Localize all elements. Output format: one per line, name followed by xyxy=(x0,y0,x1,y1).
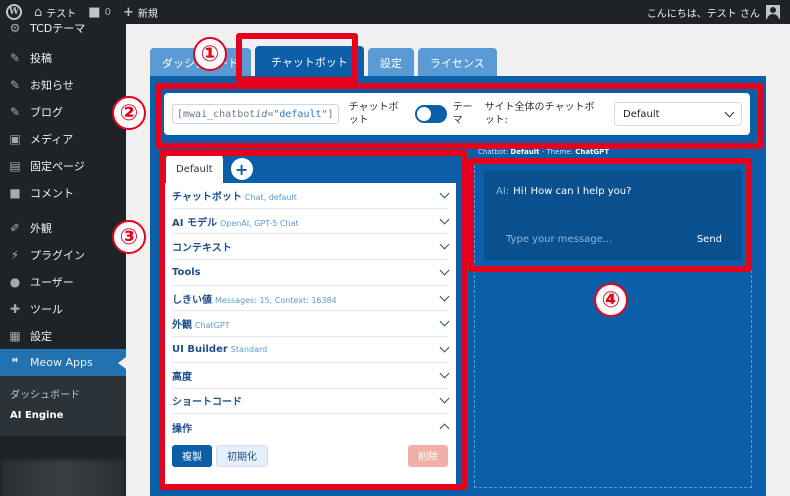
site-name-link[interactable]: ⌂ テスト xyxy=(28,0,82,24)
avatar xyxy=(766,5,780,19)
annotation-box-1 xyxy=(236,33,358,83)
tab-license[interactable]: ライセンス xyxy=(417,48,497,78)
admin-sidebar: ⚙ TCDテーマ ✎ 投稿 ✎ お知らせ ✎ ブログ ▣ メディア ▤ 固定ページ ■ コメン… xyxy=(0,24,126,496)
meow-apps-icon: ᴹ xyxy=(12,357,18,368)
home-icon: ⌂ xyxy=(34,4,43,20)
callout-4: ④ xyxy=(594,283,628,317)
media-icon: ▣ xyxy=(9,131,21,146)
callout-2: ② xyxy=(112,96,146,130)
preview-info: Chatbot: Default - Theme: ChatGPT xyxy=(478,148,610,156)
sidebar-item-appearance[interactable]: ✐ 外観 xyxy=(0,214,126,241)
annotation-box-4 xyxy=(468,158,752,272)
annotation-box-2 xyxy=(155,83,764,149)
pin-icon: ✎ xyxy=(9,50,21,65)
wordpress-icon: W xyxy=(6,4,22,20)
admin-bar: W ⌂ テスト ■ 0 + 新規 こんにちは、テスト さん xyxy=(0,0,790,24)
page-icon: ▤ xyxy=(9,158,21,173)
submenu-item-ai-engine[interactable]: AI Engine xyxy=(0,404,126,426)
plus-icon: + xyxy=(122,4,134,20)
sidebar-item-users[interactable]: ● ユーザー xyxy=(0,268,126,295)
sidebar-item-media[interactable]: ▣ メディア xyxy=(0,125,126,152)
comment-icon: ■ xyxy=(88,4,101,20)
sidebar-item-tools[interactable]: ✚ ツール xyxy=(0,295,126,322)
callout-3: ③ xyxy=(112,220,146,254)
wrench-icon: ✚ xyxy=(9,301,21,316)
pin-icon: ✎ xyxy=(9,104,21,119)
sidebar-item-meow-apps[interactable]: ᴹ Meow Apps xyxy=(0,349,126,376)
annotation-box-3 xyxy=(159,150,467,490)
plugin-icon: ⚡ xyxy=(10,247,20,262)
comments-link[interactable]: ■ 0 xyxy=(82,0,117,24)
sidebar-item-comments[interactable]: ■ コメント xyxy=(0,179,126,206)
sidebar-item-tcd-theme[interactable]: ⚙ TCDテーマ xyxy=(0,24,126,36)
comment-icon: ■ xyxy=(9,185,21,200)
callout-1: ① xyxy=(193,37,227,71)
submenu-item-dashboard[interactable]: ダッシュボード xyxy=(0,382,126,404)
user-icon: ● xyxy=(9,274,21,289)
brush-icon: ✐ xyxy=(9,220,21,235)
meow-apps-submenu: ダッシュボード AI Engine xyxy=(0,376,126,436)
gear-icon: ⚙ xyxy=(9,24,21,35)
sidebar-item-pages[interactable]: ▤ 固定ページ xyxy=(0,152,126,179)
blurred-area xyxy=(2,460,124,496)
my-account-link[interactable]: こんにちは、テスト さん xyxy=(641,0,790,24)
new-content-link[interactable]: + 新規 xyxy=(117,0,164,24)
sidebar-item-plugins[interactable]: ⚡ プラグイン xyxy=(0,241,126,268)
pin-icon: ✎ xyxy=(9,77,21,92)
settings-icon: ▦ xyxy=(9,328,21,343)
wp-logo-button[interactable]: W xyxy=(0,0,28,24)
tab-settings[interactable]: 設定 xyxy=(367,48,414,78)
sidebar-item-posts[interactable]: ✎ 投稿 xyxy=(0,44,126,71)
sidebar-item-news[interactable]: ✎ お知らせ xyxy=(0,71,126,98)
sidebar-item-blog[interactable]: ✎ ブログ xyxy=(0,98,126,125)
sidebar-item-settings[interactable]: ▦ 設定 xyxy=(0,322,126,349)
